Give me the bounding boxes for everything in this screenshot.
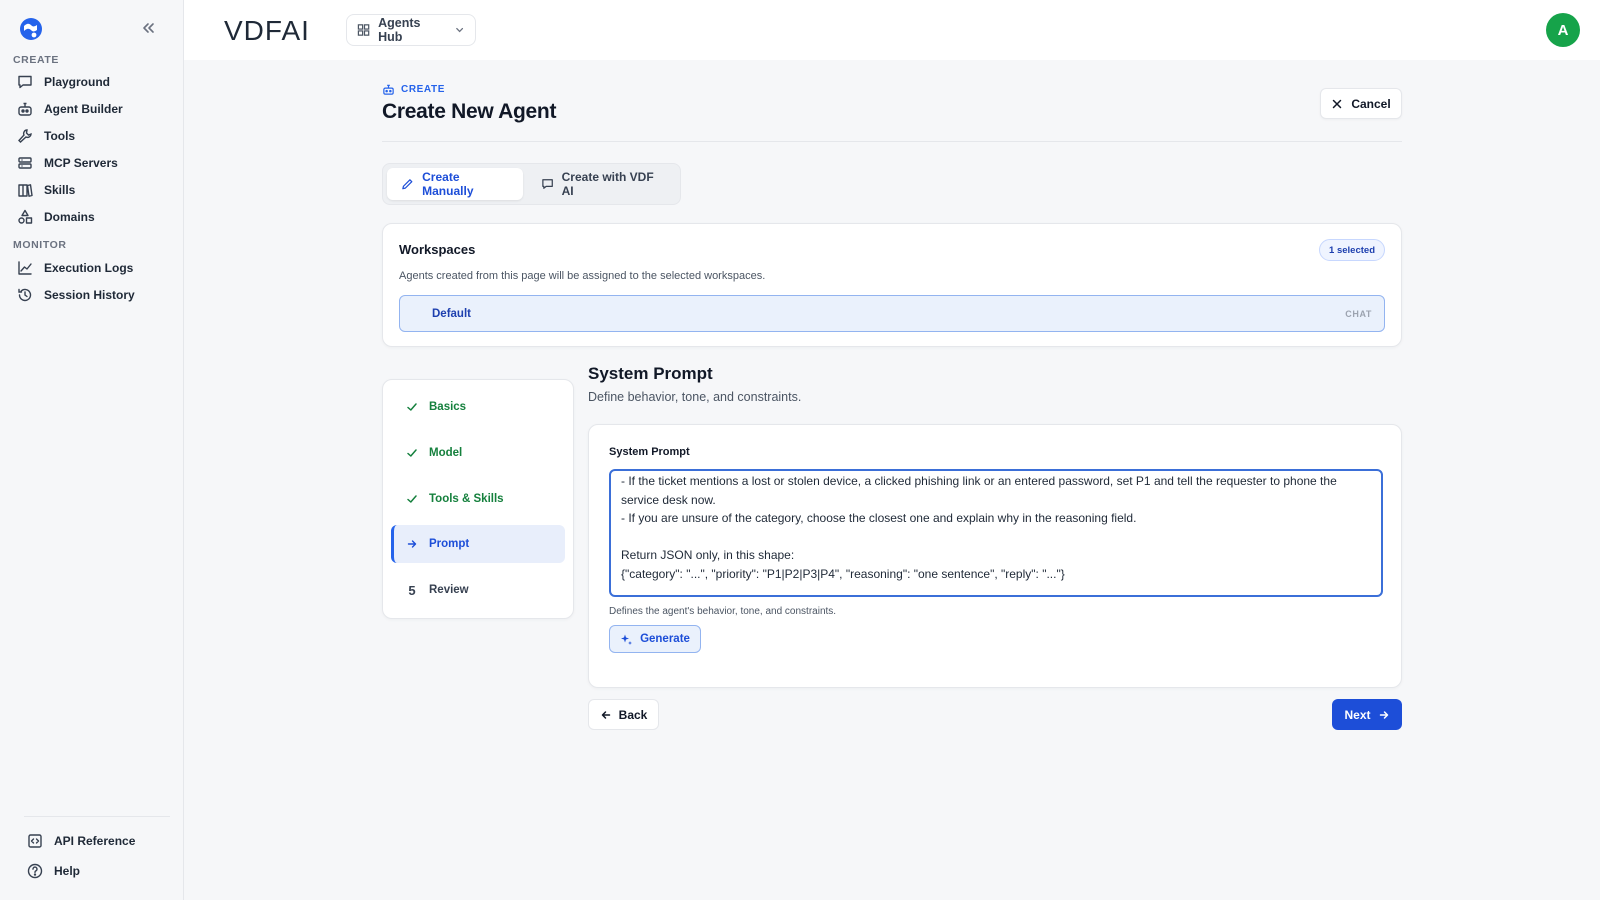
- sidebar-divider: [24, 816, 170, 817]
- chat-icon: [18, 75, 32, 89]
- robot-icon: [383, 84, 394, 95]
- system-prompt-textarea[interactable]: - If the ticket mentions a lost or stole…: [609, 469, 1383, 597]
- step-number: 5: [408, 582, 416, 598]
- sidebar-item-api-reference[interactable]: API Reference: [26, 829, 186, 853]
- app-logo-icon[interactable]: [18, 16, 44, 42]
- sidebar-item-label: Tools: [44, 129, 76, 143]
- step-prompt[interactable]: Prompt: [391, 525, 565, 563]
- sidebar-item-skills[interactable]: Skills: [16, 178, 176, 202]
- check-icon: [407, 403, 417, 411]
- tab-label: Create with VDF AI: [561, 170, 654, 198]
- sidebar-item-label: Skills: [44, 183, 76, 197]
- step-tools-skills[interactable]: Tools & Skills: [391, 480, 565, 518]
- wizard-steps: Basics Model Tools & Skills Prompt 5 Rev…: [382, 379, 574, 619]
- robot-icon: [18, 102, 32, 116]
- next-button-label: Next: [1344, 707, 1371, 722]
- sidebar-item-label: Session History: [44, 288, 135, 302]
- tab-label: Create Manually: [422, 170, 474, 198]
- pencil-icon: [402, 179, 413, 190]
- sidebar-item-execution-logs[interactable]: Execution Logs: [16, 256, 176, 280]
- system-prompt-help: Defines the agent's behavior, tone, and …: [609, 606, 837, 617]
- section-subtitle: Define behavior, tone, and constraints.: [588, 390, 802, 404]
- workspace-option-default[interactable]: Default CHAT: [399, 295, 1385, 332]
- system-prompt-card: System Prompt - If the ticket mentions a…: [588, 424, 1402, 688]
- server-icon: [18, 157, 32, 169]
- sidebar-item-tools[interactable]: Tools: [16, 124, 176, 148]
- selected-count-badge: 1 selected: [1319, 239, 1385, 261]
- book-icon: [18, 184, 33, 197]
- create-section-label: CREATE: [13, 54, 59, 66]
- step-label: Prompt: [429, 538, 470, 550]
- monitor-section-label: MONITOR: [13, 239, 67, 251]
- section-title: System Prompt: [588, 364, 713, 383]
- sidebar-item-label: Agent Builder: [44, 102, 123, 116]
- chevron-down-icon: [455, 27, 463, 33]
- sidebar: CREATE Playground Agent Builder Tools MC…: [0, 0, 184, 900]
- grid-icon: [357, 24, 370, 36]
- sidebar-item-playground[interactable]: Playground: [16, 70, 176, 94]
- check-icon: [407, 495, 417, 503]
- workspaces-description: Agents created from this page will be as…: [399, 270, 766, 282]
- creation-mode-tabs: Create Manually Create with VDF AI: [382, 163, 681, 205]
- sidebar-item-label: Playground: [44, 75, 111, 89]
- hub-selector-label: Agents Hub: [378, 16, 421, 44]
- tab-create-with-ai[interactable]: Create with VDF AI: [527, 168, 677, 200]
- workspace-type-tag: CHAT: [1345, 308, 1372, 319]
- workspaces-card: Workspaces 1 selected Agents created fro…: [382, 223, 1402, 347]
- breadcrumb-label: CREATE: [401, 84, 445, 95]
- chart-line-icon: [18, 261, 32, 275]
- sidebar-item-domains[interactable]: Domains: [16, 205, 176, 229]
- cancel-button[interactable]: Cancel: [1320, 88, 1402, 119]
- back-button[interactable]: Back: [588, 699, 659, 730]
- help-icon: [27, 863, 43, 879]
- avatar[interactable]: A: [1546, 13, 1580, 47]
- arrow-right-icon: [1379, 710, 1388, 719]
- sidebar-item-session-history[interactable]: Session History: [16, 283, 176, 307]
- close-icon: [1333, 99, 1342, 108]
- code-icon: [28, 834, 42, 848]
- step-label: Model: [429, 447, 463, 459]
- sidebar-item-agent-builder[interactable]: Agent Builder: [16, 97, 176, 121]
- sparkles-icon: [621, 634, 633, 645]
- step-label: Tools & Skills: [429, 493, 504, 505]
- hub-selector[interactable]: Agents Hub: [346, 14, 476, 46]
- step-label: Review: [429, 584, 469, 596]
- arrow-left-icon: [601, 710, 610, 719]
- check-icon: [407, 449, 417, 457]
- sidebar-item-mcp-servers[interactable]: MCP Servers: [16, 151, 176, 175]
- brand-logo[interactable]: VDFAI: [224, 14, 324, 46]
- sidebar-item-help[interactable]: Help: [26, 859, 186, 883]
- next-button[interactable]: Next: [1332, 699, 1402, 730]
- sidebar-item-label: MCP Servers: [44, 156, 118, 170]
- arrow-right-icon: [407, 540, 417, 548]
- wrench-icon: [18, 129, 32, 143]
- shapes-icon: [18, 209, 33, 224]
- step-model[interactable]: Model: [391, 434, 565, 472]
- breadcrumb: CREATE: [382, 83, 445, 96]
- chat-icon: [541, 179, 553, 189]
- workspaces-title: Workspaces: [399, 242, 476, 257]
- back-button-label: Back: [618, 707, 648, 722]
- page-title: Create New Agent: [382, 100, 557, 123]
- step-review[interactable]: 5 Review: [391, 571, 565, 609]
- history-icon: [18, 288, 32, 302]
- title-divider: [382, 141, 1402, 142]
- sidebar-item-label: Help: [54, 864, 81, 878]
- generate-button[interactable]: Generate: [609, 625, 701, 653]
- cancel-button-label: Cancel: [1351, 96, 1391, 111]
- tab-create-manually[interactable]: Create Manually: [387, 168, 523, 200]
- system-prompt-label: System Prompt: [609, 446, 690, 458]
- topbar: VDFAI Agents Hub A: [184, 0, 1600, 60]
- generate-button-label: Generate: [640, 633, 690, 645]
- svg-text:VDFAI: VDFAI: [224, 15, 310, 46]
- workspace-name: Default: [432, 307, 471, 320]
- step-label: Basics: [429, 401, 467, 413]
- sidebar-item-label: API Reference: [54, 834, 136, 848]
- sidebar-item-label: Domains: [44, 210, 95, 224]
- sidebar-item-label: Execution Logs: [44, 261, 134, 275]
- collapse-sidebar-icon[interactable]: [138, 18, 158, 38]
- step-basics[interactable]: Basics: [391, 388, 565, 426]
